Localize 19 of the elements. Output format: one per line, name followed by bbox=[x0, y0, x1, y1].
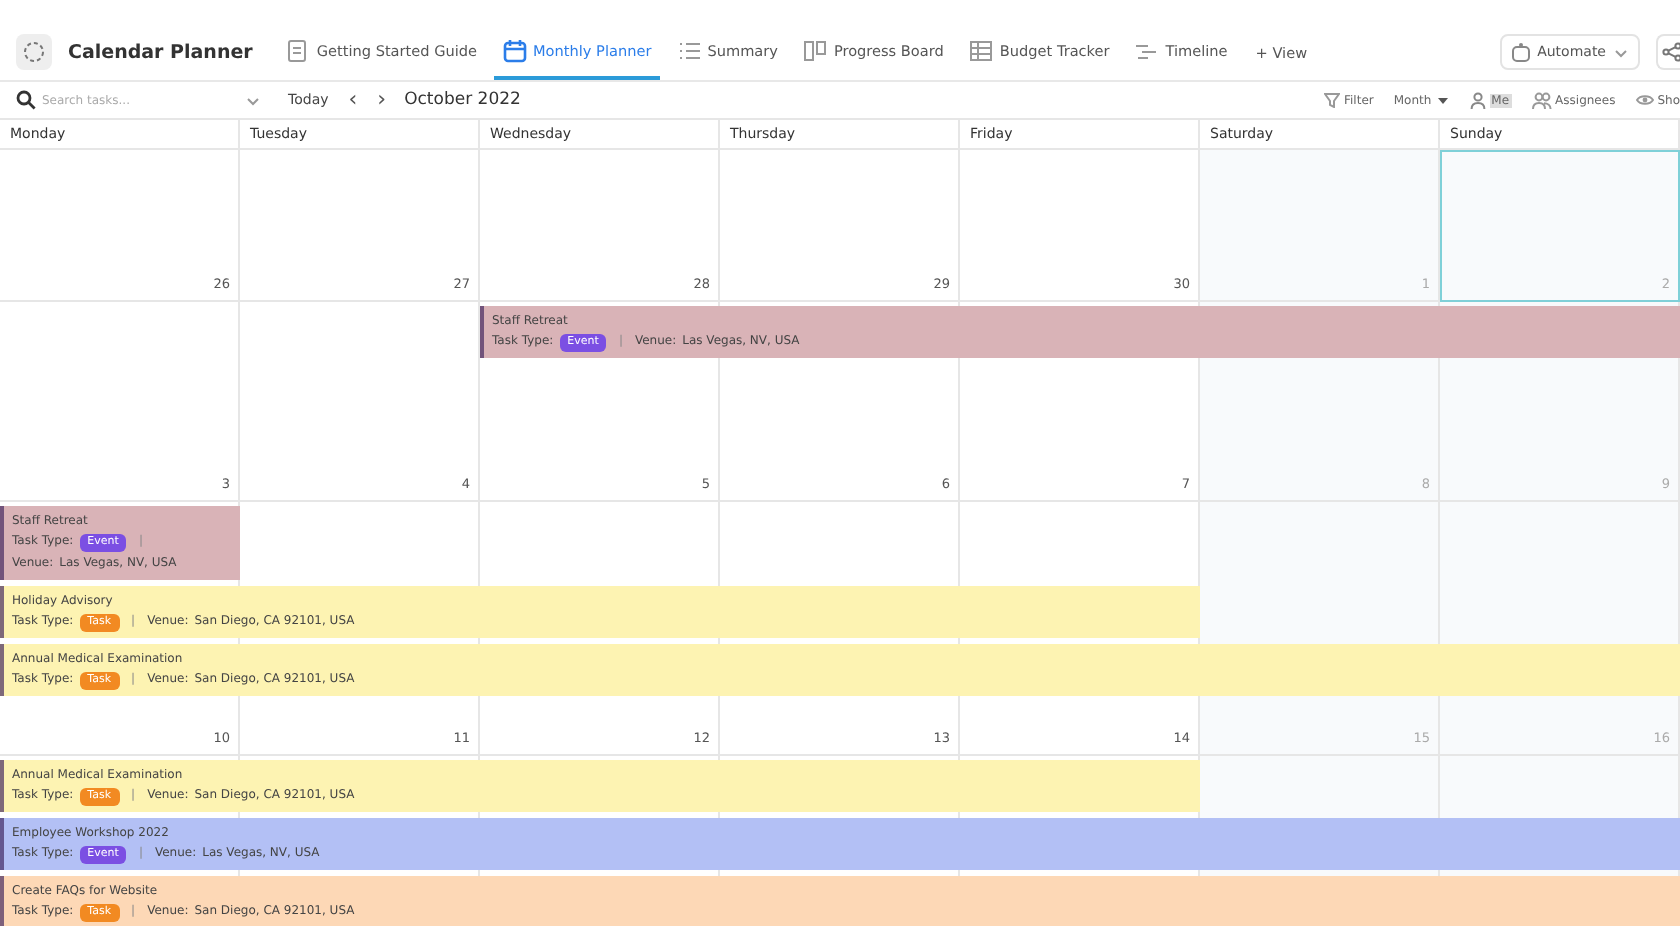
share-button[interactable] bbox=[1656, 34, 1680, 70]
calendar-icon bbox=[501, 37, 528, 63]
eye-icon bbox=[1635, 92, 1654, 108]
document-icon bbox=[284, 37, 311, 63]
search-icon bbox=[16, 90, 36, 110]
table-icon bbox=[967, 37, 994, 63]
caret-icon bbox=[1435, 93, 1450, 107]
share-icon bbox=[1662, 42, 1680, 62]
month-title: October 2022 bbox=[404, 90, 521, 110]
dashed-circle-icon bbox=[22, 40, 46, 64]
next-button[interactable]: › bbox=[371, 88, 393, 112]
app-title: Calendar Planner bbox=[68, 41, 253, 63]
previous-button[interactable]: ‹ bbox=[342, 88, 364, 112]
person-icon bbox=[1469, 91, 1486, 109]
list-icon bbox=[675, 37, 702, 63]
people-icon bbox=[1531, 91, 1552, 109]
board-icon bbox=[801, 37, 828, 63]
filter-icon bbox=[1324, 92, 1340, 108]
robot-icon bbox=[1509, 41, 1532, 63]
